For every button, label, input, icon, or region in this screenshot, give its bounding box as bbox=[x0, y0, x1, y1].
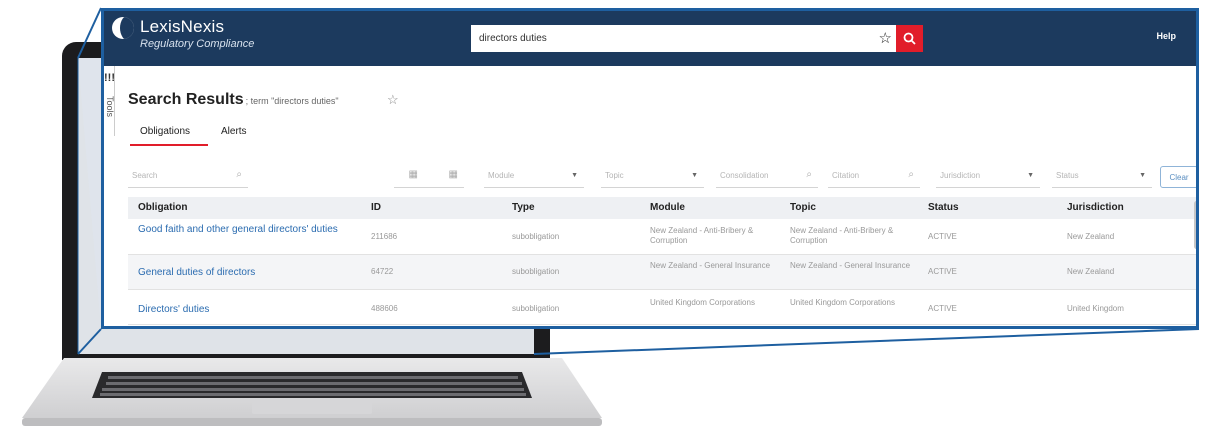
table-scrollbar[interactable] bbox=[1194, 201, 1196, 249]
calendar-icon: ▦ bbox=[408, 169, 418, 180]
obligation-link[interactable]: General duties of directors bbox=[138, 267, 338, 279]
id-cell: 211686 bbox=[371, 232, 398, 241]
filter-citation-input[interactable]: Citation ⌕ bbox=[828, 166, 920, 188]
side-tools-strip[interactable]: !!! Tools bbox=[104, 66, 115, 136]
filter-status-label: Status bbox=[1056, 171, 1079, 180]
calendar-icon: ▦ bbox=[448, 169, 458, 180]
table-row[interactable]: Directors' duties 488606 subobligation U… bbox=[128, 290, 1196, 325]
id-cell: 64722 bbox=[371, 267, 394, 276]
filter-search-placeholder: Search bbox=[132, 171, 158, 180]
obligation-link[interactable]: Good faith and other general directors' … bbox=[138, 224, 338, 236]
table-header: Obligation ID Type Module Topic Status J… bbox=[128, 197, 1196, 219]
table-row[interactable]: General duties of directors 64722 subobl… bbox=[128, 255, 1196, 290]
topic-cell: United Kingdom Corporations bbox=[790, 298, 895, 307]
help-link[interactable]: Help bbox=[1156, 31, 1176, 41]
column-header-status[interactable]: Status bbox=[928, 202, 959, 213]
save-search-star-icon[interactable]: ☆ bbox=[387, 92, 399, 108]
search-button[interactable] bbox=[896, 25, 923, 52]
column-header-module[interactable]: Module bbox=[650, 202, 685, 213]
status-cell: ACTIVE bbox=[928, 304, 957, 313]
clear-filters-button[interactable]: Clear bbox=[1160, 166, 1196, 188]
jurisdiction-cell: New Zealand bbox=[1067, 232, 1115, 241]
search-box: ☆ bbox=[471, 25, 896, 52]
column-header-topic[interactable]: Topic bbox=[790, 202, 816, 213]
column-header-obligation[interactable]: Obligation bbox=[138, 202, 187, 213]
type-cell: subobligation bbox=[512, 304, 560, 313]
chevron-down-icon: ▼ bbox=[1139, 172, 1146, 179]
search-icon: ⌕ bbox=[236, 169, 242, 180]
search-input[interactable] bbox=[471, 25, 867, 52]
filter-range[interactable]: ▦ ▦ bbox=[394, 166, 464, 188]
type-cell: subobligation bbox=[512, 267, 560, 276]
side-tools-label: Tools bbox=[105, 96, 115, 118]
chevron-down-icon: ▼ bbox=[1027, 172, 1034, 179]
brand-name: LexisNexis bbox=[140, 17, 225, 36]
topic-cell: New Zealand - Anti-Bribery & Corruption bbox=[790, 226, 894, 245]
filter-citation-label: Citation bbox=[832, 171, 860, 180]
type-cell: subobligation bbox=[512, 232, 560, 241]
top-bar: LexisNexis Regulatory Compliance ☆ Help bbox=[104, 11, 1196, 66]
module-cell: United Kingdom Corporations bbox=[650, 298, 755, 307]
column-header-id[interactable]: ID bbox=[371, 202, 381, 213]
filter-consolidation-input[interactable]: Consolidation ⌕ bbox=[716, 166, 818, 188]
module-cell: New Zealand - General Insurance bbox=[650, 261, 771, 270]
brand-subtitle: Regulatory Compliance bbox=[140, 38, 255, 50]
filter-consolidation-label: Consolidation bbox=[720, 171, 769, 180]
filter-jurisdiction-label: Jurisdiction bbox=[940, 171, 981, 180]
id-cell: 488606 bbox=[371, 304, 398, 313]
brand: LexisNexis Regulatory Compliance bbox=[140, 17, 254, 50]
page-title: Search Results; term "directors duties" bbox=[128, 91, 339, 109]
column-header-jurisdiction[interactable]: Jurisdiction bbox=[1067, 202, 1124, 213]
jurisdiction-cell: United Kingdom bbox=[1067, 304, 1124, 313]
filter-status-select[interactable]: Status ▼ bbox=[1052, 166, 1152, 188]
chevron-down-icon: ▼ bbox=[571, 172, 578, 179]
column-header-type[interactable]: Type bbox=[512, 202, 535, 213]
status-cell: ACTIVE bbox=[928, 267, 957, 276]
tab-obligations[interactable]: Obligations bbox=[140, 126, 190, 137]
laptop-keyboard-base bbox=[22, 358, 602, 426]
topic-cell: New Zealand - General Insurance bbox=[790, 261, 911, 270]
tab-alerts[interactable]: Alerts bbox=[221, 126, 247, 137]
filter-jurisdiction-select[interactable]: Jurisdiction ▼ bbox=[936, 166, 1040, 188]
search-icon: ⌕ bbox=[908, 169, 914, 180]
jurisdiction-cell: New Zealand bbox=[1067, 267, 1115, 276]
chevron-down-icon: ▼ bbox=[691, 172, 698, 179]
filter-search-input[interactable]: Search ⌕ bbox=[128, 166, 248, 188]
lexisnexis-logo-icon bbox=[112, 17, 134, 39]
active-tab-indicator bbox=[130, 144, 208, 146]
filter-topic-select[interactable]: Topic ▼ bbox=[601, 166, 704, 188]
search-term: ; term "directors duties" bbox=[245, 96, 339, 106]
star-icon[interactable]: ☆ bbox=[879, 29, 892, 47]
filter-module-label: Module bbox=[488, 171, 515, 180]
filter-module-select[interactable]: Module ▼ bbox=[484, 166, 584, 188]
app-window: LexisNexis Regulatory Compliance ☆ Help … bbox=[101, 8, 1199, 329]
side-mark: !!! bbox=[104, 72, 115, 84]
page-title-text: Search Results bbox=[128, 91, 244, 108]
status-cell: ACTIVE bbox=[928, 232, 957, 241]
module-cell: New Zealand - Anti-Bribery & Corruption bbox=[650, 226, 754, 245]
obligation-link[interactable]: Directors' duties bbox=[138, 304, 338, 316]
filter-topic-label: Topic bbox=[605, 171, 624, 180]
search-icon bbox=[903, 32, 916, 45]
table-row[interactable]: Good faith and other general directors' … bbox=[128, 220, 1196, 255]
search-icon: ⌕ bbox=[806, 169, 812, 180]
